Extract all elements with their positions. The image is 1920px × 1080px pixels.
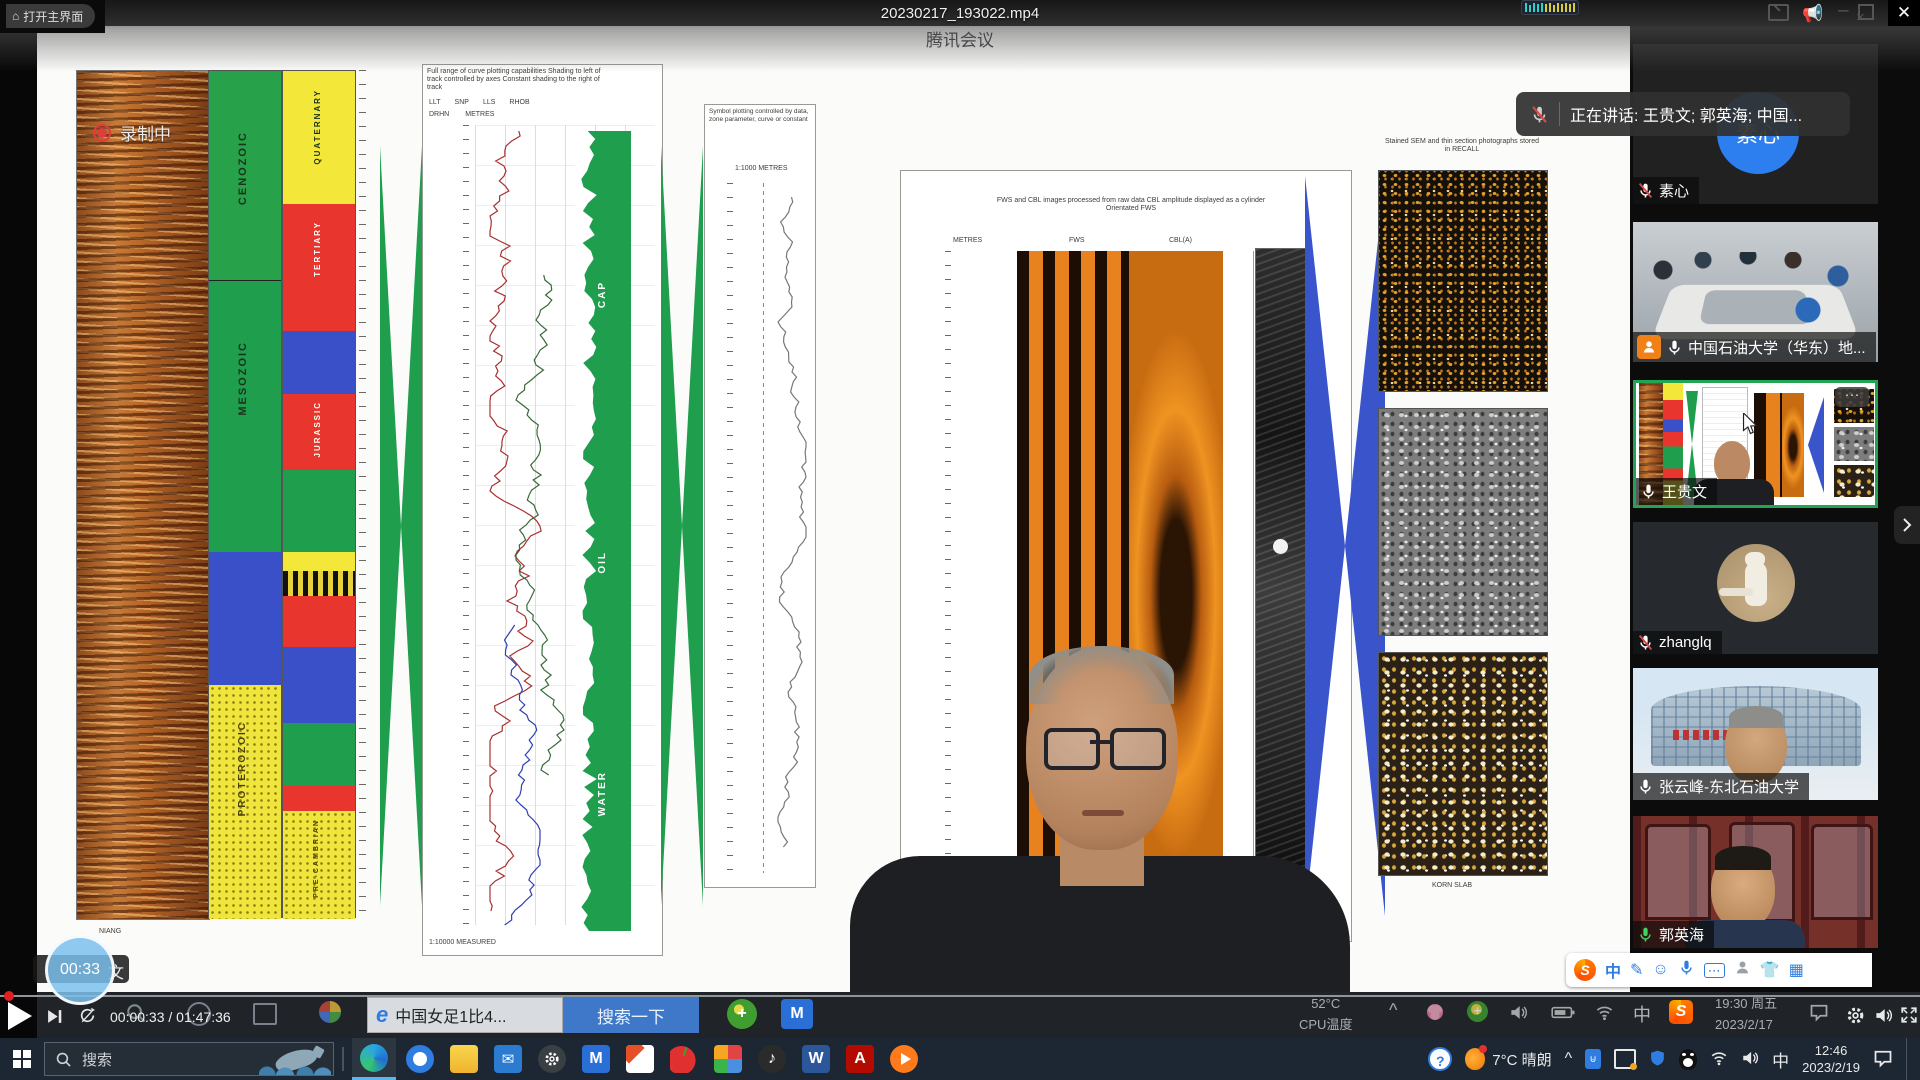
player-volume-button[interactable] [1874, 1006, 1893, 1030]
pen-icon: ✎ [1630, 960, 1643, 980]
progress-playhead[interactable] [4, 991, 14, 1001]
whale-doodle [259, 1045, 331, 1075]
person-icon [1734, 959, 1751, 981]
taskbar-app-word-icon[interactable]: W [802, 1045, 830, 1073]
taskbar-app-docs-icon[interactable] [626, 1045, 654, 1073]
taskbar-app-music-icon[interactable]: ♪ [758, 1045, 786, 1073]
tray-caret[interactable]: ^ [1565, 1050, 1573, 1068]
video-letterbox-left [0, 26, 37, 1038]
sogou-logo-icon: S [1574, 959, 1596, 981]
weather-icon [1465, 1048, 1485, 1070]
search-placeholder: 搜索 [82, 1049, 112, 1070]
taskbar-app-explorer-icon[interactable] [450, 1045, 478, 1073]
start-button[interactable] [0, 1050, 44, 1068]
help-bubble-icon[interactable]: ? [1428, 1047, 1452, 1071]
ime-tray-label[interactable]: 中 [1772, 1047, 1789, 1072]
snip-tray-icon[interactable] [1614, 1049, 1636, 1069]
seek-time-bubble: 00:33 [45, 935, 115, 1005]
video-surface[interactable] [37, 26, 1920, 1038]
loop-mode-button[interactable] [78, 1006, 97, 1030]
monitor-arrow-icon [1768, 4, 1789, 21]
player-fullscreen-button[interactable] [1900, 1006, 1918, 1029]
taskbar-app-mail-icon[interactable]: ✉ [494, 1045, 522, 1073]
restore-button[interactable]: × [1858, 4, 1883, 24]
minimize-button[interactable]: – [1838, 0, 1849, 22]
taskbar-clock[interactable]: 12:46 2023/2/19 [1802, 1042, 1860, 1076]
taskbar-search-box[interactable]: 搜索 [44, 1042, 334, 1076]
taskbar-app-video-icon[interactable] [890, 1045, 918, 1073]
player-settings-button[interactable] [1846, 1006, 1865, 1030]
open-main-button[interactable]: ⌂ 打开主界面 [6, 4, 95, 28]
windows-logo-icon [13, 1050, 31, 1068]
toast-divider [1559, 102, 1560, 126]
speaking-toast-text: 正在讲话: 王贵文; 郭英海; 中国... [1570, 102, 1802, 126]
progress-bar[interactable] [0, 995, 1920, 997]
screen: CENOZOIC MESOZOIC PROTEROZOIC QUATERNARY… [0, 0, 1920, 1080]
qq-tray-icon[interactable] [1679, 1049, 1697, 1070]
edge-icon [360, 1044, 388, 1072]
weather-widget[interactable]: 7°C 晴朗 [1465, 1048, 1551, 1070]
clock-time: 12:46 [1802, 1042, 1860, 1059]
grid-icon: ▦ [1789, 960, 1802, 980]
video-filename: 20230217_193022.mp4 [0, 5, 1920, 22]
open-main-label: 打开主界面 [23, 8, 83, 25]
taskbar-app-browser-icon[interactable] [406, 1045, 434, 1073]
time-display: 00:00:33 / 01:47:36 [110, 1009, 231, 1025]
broadcast-button[interactable]: 📢 [1802, 4, 1823, 24]
ime-toolbar: S 中 ✎ ☺ ⋯ 👕 ▦ [1566, 953, 1872, 987]
local-taskbar: 搜索 ✉ M ♪ W A ? [0, 1038, 1920, 1080]
skin-icon: 👕 [1760, 960, 1780, 980]
wifi-tray-icon[interactable] [1710, 1049, 1728, 1070]
mic-icon [1678, 959, 1695, 981]
volume-tray-icon[interactable] [1741, 1049, 1759, 1070]
taskbar-app-settings-icon[interactable] [538, 1045, 566, 1073]
taskbar-app-acrobat-icon[interactable]: A [846, 1045, 874, 1073]
meeting-window-title: 腾讯会议 [0, 26, 1920, 51]
show-desktop-strip[interactable] [1906, 1038, 1912, 1080]
miniplayer-button[interactable] [1768, 4, 1789, 25]
next-button[interactable] [46, 1008, 63, 1030]
close-button[interactable]: ✕ [1888, 0, 1920, 26]
home-icon: ⌂ [12, 9, 19, 23]
shield-tray-icon[interactable] [1649, 1049, 1666, 1070]
taskbar-app-m-icon[interactable]: M [582, 1045, 610, 1073]
keyboard-icon: ⋯ [1704, 963, 1725, 978]
clock-date: 2023/2/19 [1802, 1059, 1860, 1076]
speaking-toast: 正在讲话: 王贵文; 郭英海; 中国... [1516, 92, 1850, 136]
weather-text: 7°C 晴朗 [1492, 1049, 1551, 1070]
action-center-icon[interactable] [1873, 1048, 1893, 1071]
play-button[interactable] [8, 1002, 32, 1030]
ime-mode-label: 中 [1605, 958, 1621, 982]
usb-tray-icon[interactable]: ⊍ [1585, 1049, 1601, 1069]
taskbar-divider [342, 1047, 344, 1071]
taskbar-app-cherry-icon[interactable] [670, 1045, 698, 1073]
emoji-icon: ☺ [1652, 961, 1668, 979]
taskbar-app-photos-icon[interactable] [714, 1045, 742, 1073]
hardware-monitor-widget [1521, 0, 1579, 15]
taskbar-app-edge[interactable] [352, 1038, 396, 1080]
